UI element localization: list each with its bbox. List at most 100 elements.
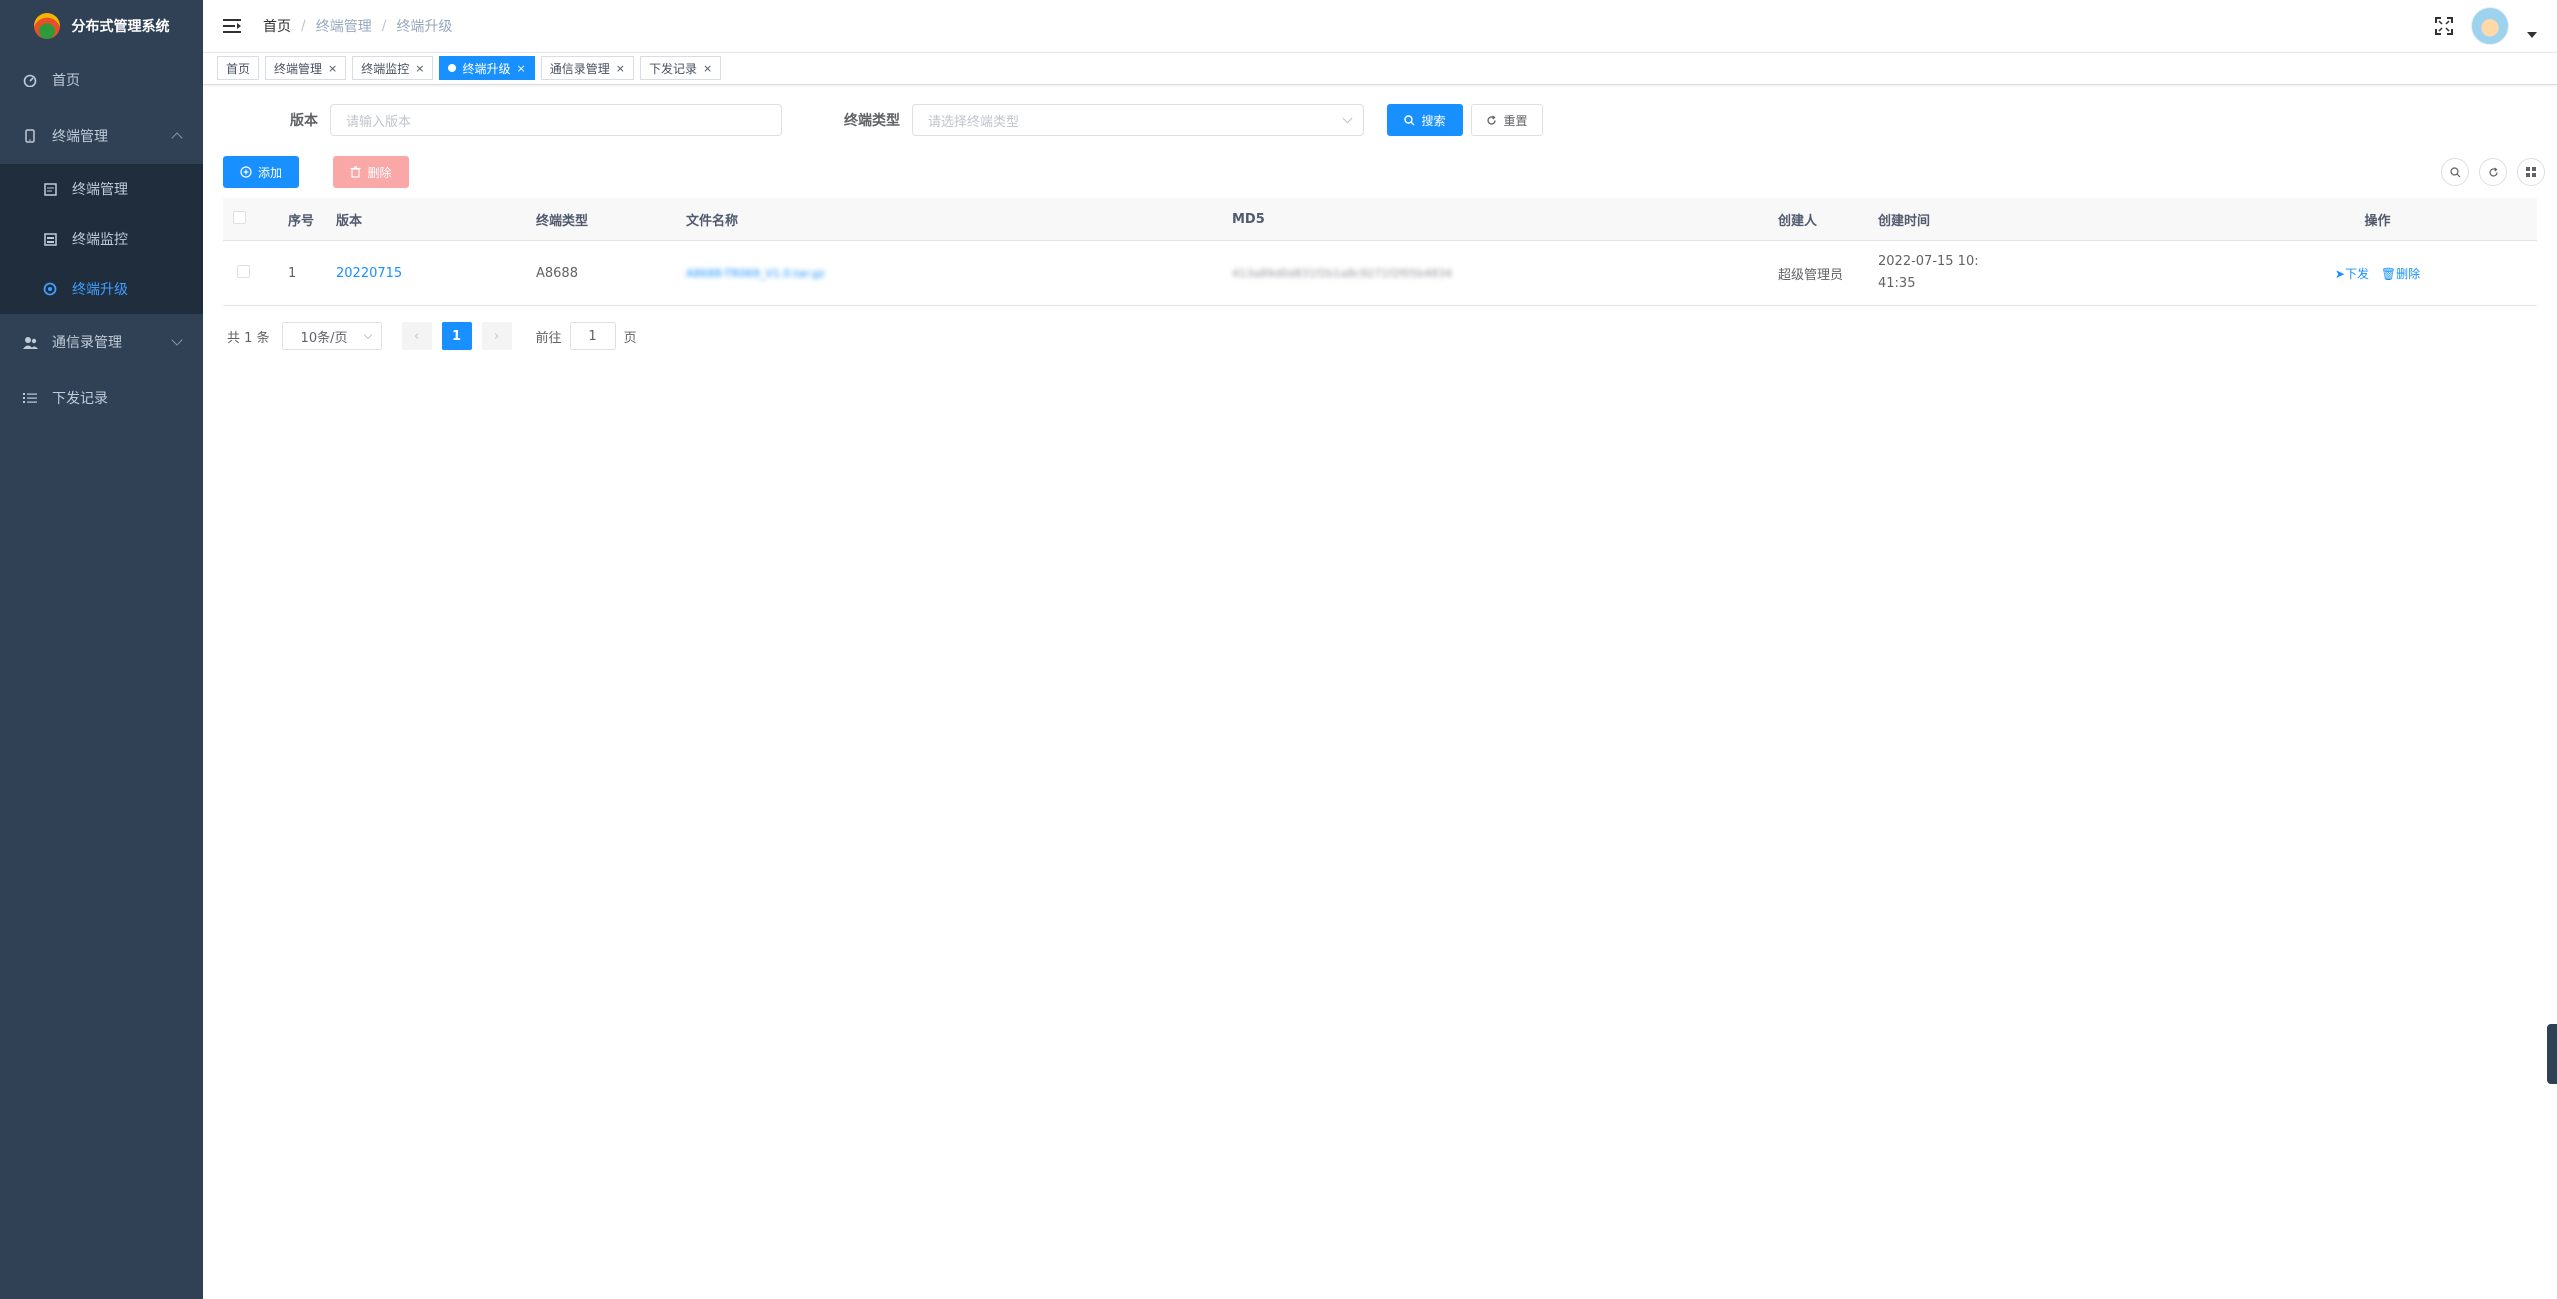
- version-label: 版本: [290, 113, 318, 129]
- toggle-search-button[interactable]: [2441, 158, 2469, 186]
- tag-label: 终端升级: [462, 61, 511, 76]
- row-checkbox[interactable]: [237, 264, 250, 278]
- version-input[interactable]: 请输入版本: [330, 104, 782, 136]
- fullscreen-icon[interactable]: [2435, 17, 2453, 35]
- avatar[interactable]: [2471, 7, 2509, 45]
- page-size-select[interactable]: 10条/页: [281, 322, 382, 350]
- columns-button[interactable]: [2517, 158, 2545, 186]
- sidebar-item-label: 通信录管理: [52, 335, 122, 351]
- chevron-down-icon: [1342, 113, 1353, 124]
- search-icon: [2449, 166, 2460, 177]
- column-header-actions: 操作: [2208, 198, 2537, 241]
- send-icon: ➤: [2334, 266, 2345, 281]
- delete-button-label: 删除: [367, 165, 392, 180]
- tag-label: 终端监控: [361, 61, 410, 76]
- tag-label: 终端管理: [274, 61, 323, 76]
- sidebar-subitem-terminal-monitor[interactable]: 终端监控: [0, 214, 203, 264]
- tag-label: 通信录管理: [549, 61, 610, 76]
- chevron-down-icon: [171, 334, 183, 346]
- tag-terminal-management[interactable]: 终端管理 ×: [265, 56, 347, 80]
- sidebar-subitem-terminal-upgrade[interactable]: 终端升级: [0, 264, 203, 314]
- pagination: 共 1 条 10条/页 ‹ 1 › 前往 1 页: [223, 306, 2537, 366]
- plus-circle-icon: [240, 166, 252, 178]
- column-header-type: 终端类型: [526, 198, 676, 241]
- add-button-label: 添加: [257, 165, 282, 180]
- row-version[interactable]: 20220715: [326, 240, 526, 306]
- grid-icon: [2526, 167, 2536, 177]
- add-button[interactable]: 添加: [223, 156, 299, 188]
- breadcrumb-item-terminal-upgrade: 终端升级: [396, 19, 453, 35]
- submenu-terminal: 终端管理 终端监控 终端升级: [0, 164, 203, 314]
- close-icon[interactable]: ×: [328, 62, 337, 75]
- total-count: 共 1 条: [227, 330, 270, 346]
- close-icon[interactable]: ×: [616, 62, 625, 75]
- column-header-version: 版本: [326, 198, 526, 241]
- delete-action[interactable]: 🗑删除: [2381, 267, 2420, 281]
- row-type: A8688: [526, 240, 676, 306]
- version-placeholder: 请输入版本: [346, 114, 412, 130]
- sidebar-item-label: 下发记录: [52, 391, 108, 407]
- monitor-icon: [42, 231, 58, 247]
- search-icon: [1404, 114, 1415, 125]
- sidebar-item-contacts[interactable]: 通信录管理: [0, 314, 203, 370]
- close-icon[interactable]: ×: [415, 62, 424, 75]
- tag-terminal-upgrade[interactable]: 终端升级 ×: [439, 56, 535, 80]
- app-title: 分布式管理系统: [71, 19, 170, 35]
- tags-view: 首页 终端管理 × 终端监控 × 终端升级 × 通信录管理 × 下发记录 ×: [203, 52, 2557, 85]
- hamburger-icon[interactable]: [221, 15, 243, 37]
- sidebar-item-label: 终端升级: [72, 282, 128, 298]
- table-row: 1 20220715 A8688 A8688-TR069_V1.0.tar.gz…: [223, 240, 2537, 306]
- page-number-active[interactable]: 1: [441, 322, 472, 350]
- logo[interactable]: 分布式管理系统: [0, 0, 203, 52]
- breadcrumb-item-home[interactable]: 首页: [263, 16, 291, 36]
- row-filename[interactable]: A8688-TR069_V1.0.tar.gz: [676, 240, 1222, 306]
- page-size-value: 10条/页: [300, 330, 348, 346]
- refresh-icon: [1487, 114, 1497, 125]
- tag-terminal-monitor[interactable]: 终端监控 ×: [352, 56, 434, 80]
- column-header-creator: 创建人: [1768, 198, 1868, 241]
- logo-icon: [33, 13, 60, 39]
- goto-page-input[interactable]: 1: [569, 322, 616, 350]
- send-action[interactable]: ➤下发: [2335, 267, 2373, 281]
- row-creator: 超级管理员: [1768, 240, 1868, 306]
- delete-button[interactable]: 删除: [333, 156, 409, 188]
- search-button[interactable]: 搜索: [1387, 104, 1463, 136]
- settings-drawer-handle[interactable]: [2547, 1024, 2557, 1084]
- table-header-row: 序号 版本 终端类型 文件名称 MD5 创建人 创建时间 操作: [223, 198, 2537, 241]
- sidebar-subitem-terminal-management[interactable]: 终端管理: [0, 164, 203, 214]
- column-header-created-time: 创建时间: [1868, 198, 2208, 241]
- refresh-button[interactable]: [2479, 158, 2507, 186]
- tag-contacts[interactable]: 通信录管理 ×: [540, 56, 634, 80]
- select-all-checkbox[interactable]: [233, 210, 246, 224]
- sidebar-item-home[interactable]: 首页: [0, 52, 203, 108]
- created-time-line1: 2022-07-15 10:: [1878, 254, 1979, 269]
- sidebar: 分布式管理系统 首页 终端管理 终端管理 终端监控 终端升级 通信录管理 下发记…: [0, 0, 203, 1299]
- sidebar-item-dispatch-records[interactable]: 下发记录: [0, 370, 203, 426]
- active-dot-icon: [448, 64, 457, 72]
- tag-label: 下发记录: [648, 61, 697, 76]
- data-table: 序号 版本 终端类型 文件名称 MD5 创建人 创建时间 操作 1 202207…: [223, 198, 2537, 306]
- tag-dispatch-records[interactable]: 下发记录 ×: [639, 56, 722, 80]
- caret-down-icon[interactable]: [2527, 32, 2537, 38]
- tag-home[interactable]: 首页: [217, 56, 260, 80]
- goto-label: 前往: [535, 330, 562, 346]
- close-icon[interactable]: ×: [703, 62, 712, 75]
- terminal-type-select[interactable]: 请选择终端类型: [912, 104, 1364, 136]
- trash-icon: 🗑: [2380, 266, 2397, 281]
- breadcrumb-separator: /: [381, 18, 387, 34]
- reset-button-label: 重置: [1503, 113, 1528, 128]
- chevron-left-icon: ‹: [413, 328, 420, 344]
- send-action-label: 下发: [2344, 266, 2369, 281]
- prev-page-button[interactable]: ‹: [401, 322, 432, 350]
- tag-label: 首页: [226, 61, 251, 76]
- list-icon: [22, 390, 38, 406]
- sidebar-item-label: 首页: [52, 73, 80, 89]
- sidebar-item-label: 终端管理: [52, 129, 108, 145]
- sidebar-item-terminal-management[interactable]: 终端管理: [0, 108, 203, 164]
- select-all-cell: [223, 198, 278, 241]
- reset-button[interactable]: 重置: [1471, 104, 1543, 136]
- breadcrumb: 首页 / 终端管理 / 终端升级: [263, 16, 452, 36]
- next-page-button[interactable]: ›: [481, 322, 512, 350]
- column-header-filename: 文件名称: [676, 198, 1222, 241]
- close-icon[interactable]: ×: [517, 62, 526, 75]
